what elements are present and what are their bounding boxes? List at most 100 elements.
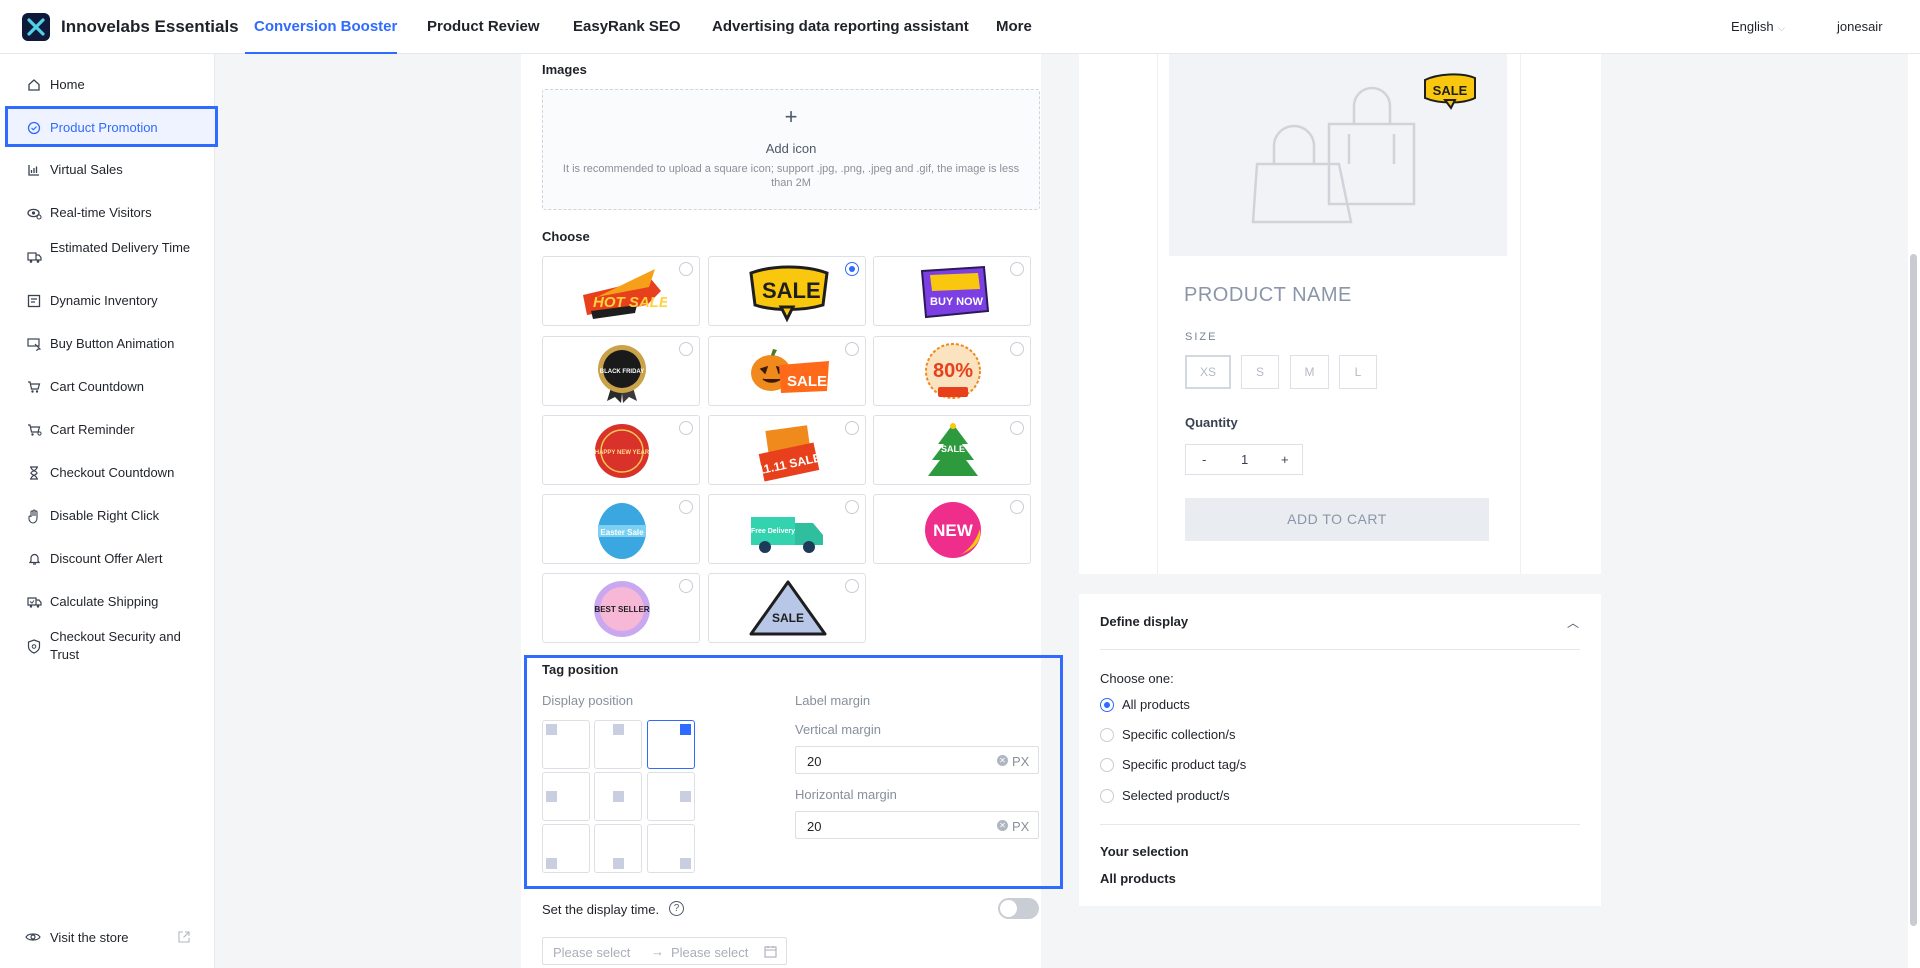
- divider: [1100, 824, 1580, 825]
- upload-hint: It is recommended to upload a square ico…: [562, 163, 1020, 189]
- tag-option-special-discount[interactable]: SALE: [708, 573, 866, 643]
- tag-radio[interactable]: [679, 579, 693, 593]
- size-option-l[interactable]: L: [1339, 355, 1377, 389]
- tab-advertising-data[interactable]: Advertising data reporting assistant: [712, 18, 969, 35]
- tag-radio[interactable]: [679, 262, 693, 276]
- position-middle-center[interactable]: [594, 772, 642, 821]
- sidebar-item-cart-countdown[interactable]: Cart Countdown: [0, 378, 215, 396]
- clear-icon[interactable]: ✕: [997, 820, 1008, 831]
- position-bottom-left[interactable]: [542, 824, 590, 873]
- position-marker: [613, 858, 624, 869]
- hot-sale-text: HOT SALE: [593, 294, 667, 311]
- sidebar-item-discount-offer-alert[interactable]: Discount Offer Alert: [0, 550, 215, 568]
- tab-more[interactable]: More: [996, 18, 1032, 35]
- tag-radio[interactable]: [1010, 342, 1024, 356]
- tag-radio[interactable]: [679, 342, 693, 356]
- quantity-minus-button[interactable]: -: [1202, 452, 1206, 467]
- tag-option-hot-sale[interactable]: HOT SALE: [542, 256, 700, 326]
- sidebar-item-estimated-delivery[interactable]: Estimated Delivery Time: [0, 239, 215, 275]
- sidebar-item-checkout-countdown[interactable]: Checkout Countdown: [0, 464, 215, 482]
- tag-option-easter-sale[interactable]: Easter Sale: [542, 494, 700, 564]
- black-friday-icon: BLACK FRIDAY: [598, 345, 646, 403]
- size-option-xs[interactable]: XS: [1185, 355, 1231, 389]
- sidebar-item-buy-button-animation[interactable]: Buy Button Animation: [0, 335, 215, 353]
- help-icon[interactable]: ?: [669, 901, 684, 916]
- horizontal-margin-input[interactable]: 20 ✕ PX: [795, 811, 1039, 839]
- sidebar-item-product-promotion[interactable]: Product Promotion: [0, 119, 215, 137]
- page-scrollbar-thumb[interactable]: [1910, 254, 1917, 926]
- sidebar-item-calculate-shipping[interactable]: Calculate Shipping: [0, 593, 215, 611]
- radio[interactable]: [1100, 728, 1114, 742]
- position-top-right[interactable]: [647, 720, 695, 769]
- language-select[interactable]: English ⌵: [1731, 19, 1785, 34]
- special-discount-icon: SALE: [749, 580, 827, 636]
- tag-radio[interactable]: [845, 500, 859, 514]
- sidebar-item-home[interactable]: Home: [0, 76, 215, 94]
- position-bottom-center[interactable]: [594, 824, 642, 873]
- sidebar-item-cart-reminder[interactable]: Cart Reminder: [0, 421, 215, 439]
- sidebar-item-virtual-sales[interactable]: Virtual Sales: [0, 161, 215, 179]
- quantity-value[interactable]: 1: [1241, 452, 1248, 467]
- sidebar-item-label: Estimated Delivery Time: [50, 240, 191, 255]
- upload-icon-dropzone[interactable]: + Add icon It is recommended to upload a…: [542, 89, 1040, 210]
- sidebar-item-disable-right-click[interactable]: Disable Right Click: [0, 507, 215, 525]
- tag-radio[interactable]: [1010, 500, 1024, 514]
- vertical-margin-input[interactable]: 20 ✕ PX: [795, 746, 1039, 774]
- user-menu[interactable]: jonesair: [1837, 19, 1883, 34]
- position-bottom-right[interactable]: [647, 824, 695, 873]
- chevron-up-icon[interactable]: ︿: [1567, 614, 1579, 631]
- tag-option-buy-now[interactable]: BUY NOW: [873, 256, 1031, 326]
- position-middle-right[interactable]: [647, 772, 695, 821]
- size-option-s[interactable]: S: [1241, 355, 1279, 389]
- sidebar-item-real-time-visitors[interactable]: Real-time Visitors: [0, 204, 215, 222]
- display-time-toggle[interactable]: [998, 898, 1039, 919]
- sidebar-item-label: Cart Reminder: [50, 422, 135, 437]
- sidebar-item-dynamic-inventory[interactable]: Dynamic Inventory: [0, 292, 215, 310]
- hand-icon: [26, 508, 42, 524]
- tag-radio[interactable]: [845, 342, 859, 356]
- horizontal-margin-label: Horizontal margin: [795, 787, 897, 802]
- visit-store-link[interactable]: Visit the store: [0, 928, 215, 948]
- tag-option-happy-new-year[interactable]: HAPPY NEW YEAR: [542, 415, 700, 485]
- active-tab-indicator: [245, 52, 397, 54]
- bell-icon: [26, 551, 42, 567]
- choose-title: Choose: [542, 229, 590, 244]
- radio[interactable]: [1100, 789, 1114, 803]
- tag-radio[interactable]: [1010, 262, 1024, 276]
- tab-conversion-booster[interactable]: Conversion Booster: [254, 18, 397, 35]
- position-middle-left[interactable]: [542, 772, 590, 821]
- tag-option-free-delivery[interactable]: Free Delivery: [708, 494, 866, 564]
- tag-radio[interactable]: [845, 579, 859, 593]
- tag-option-new[interactable]: NEW: [873, 494, 1031, 564]
- tag-option-christmas-sale[interactable]: SALE: [873, 415, 1031, 485]
- chevron-down-icon: ⌵: [1777, 23, 1786, 34]
- tag-option-best-seller[interactable]: BEST SELLER: [542, 573, 700, 643]
- tag-option-halloween-sale[interactable]: SALE: [708, 336, 866, 406]
- date-range-picker[interactable]: Please select → Please select: [542, 937, 787, 965]
- tag-radio[interactable]: [679, 421, 693, 435]
- add-to-cart-button[interactable]: ADD TO CART: [1185, 498, 1489, 541]
- size-option-m[interactable]: M: [1290, 355, 1329, 389]
- tag-option-11-11-sale[interactable]: 11.11 SALE: [708, 415, 866, 485]
- position-top-center[interactable]: [594, 720, 642, 769]
- tag-radio[interactable]: [845, 421, 859, 435]
- position-marker: [680, 791, 691, 802]
- tab-product-review[interactable]: Product Review: [427, 18, 540, 35]
- tag-option-sale[interactable]: SALE: [708, 256, 866, 326]
- tag-radio[interactable]: [1010, 421, 1024, 435]
- clear-icon[interactable]: ✕: [997, 755, 1008, 766]
- position-top-left[interactable]: [542, 720, 590, 769]
- tag-radio-selected[interactable]: [845, 262, 859, 276]
- tag-option-80-off-sale[interactable]: 80%: [873, 336, 1031, 406]
- radio-selected[interactable]: [1100, 698, 1114, 712]
- tag-option-black-friday[interactable]: BLACK FRIDAY: [542, 336, 700, 406]
- quantity-plus-button[interactable]: +: [1281, 452, 1289, 467]
- radio[interactable]: [1100, 758, 1114, 772]
- sidebar-item-label: Checkout Countdown: [50, 465, 175, 480]
- sidebar-item-checkout-security[interactable]: Checkout Security and Trust: [0, 628, 215, 664]
- tab-easyrank-seo[interactable]: EasyRank SEO: [573, 18, 681, 35]
- app-logo-icon[interactable]: [22, 13, 50, 41]
- shopping-bags-icon: SALE: [1251, 73, 1476, 224]
- horizontal-margin-unit: PX: [1012, 819, 1030, 834]
- tag-radio[interactable]: [679, 500, 693, 514]
